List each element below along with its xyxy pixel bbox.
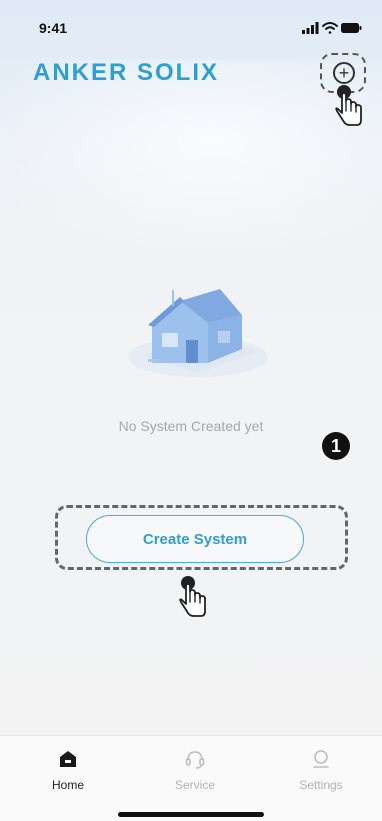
status-icons [302,22,362,34]
headset-icon [185,751,205,769]
tab-label: Service [174,778,215,792]
brand-logo: ANKER SOLIX [33,59,220,86]
tab-service[interactable]: Service [150,746,240,792]
tap-hand-icon [179,576,206,617]
status-bar: 9:41 [0,0,382,44]
house-illustration [128,289,268,377]
tab-home[interactable]: Home [23,746,113,792]
create-system-button[interactable]: Create System [86,515,304,563]
battery-icon [341,23,362,33]
home-icon [60,751,76,767]
tab-label: Home [51,778,84,792]
tab-label: Settings [299,778,343,792]
app-screen: 9:41 ANKER SOLIX + No System Created yet… [0,0,382,821]
settings-icon [313,750,329,768]
plus-circle-icon: + [338,63,350,83]
home-indicator [118,812,264,817]
status-time: 9:41 [39,20,68,36]
step-badge: 1 [322,432,350,460]
tab-bar: Home Service Settings [0,735,382,821]
empty-state-message: No System Created yet [118,418,264,434]
signal-icon [302,22,319,34]
add-system-button[interactable]: + [333,62,355,84]
tab-settings[interactable]: Settings [276,746,366,792]
tap-hand-icon [335,85,362,126]
wifi-icon [322,22,338,34]
